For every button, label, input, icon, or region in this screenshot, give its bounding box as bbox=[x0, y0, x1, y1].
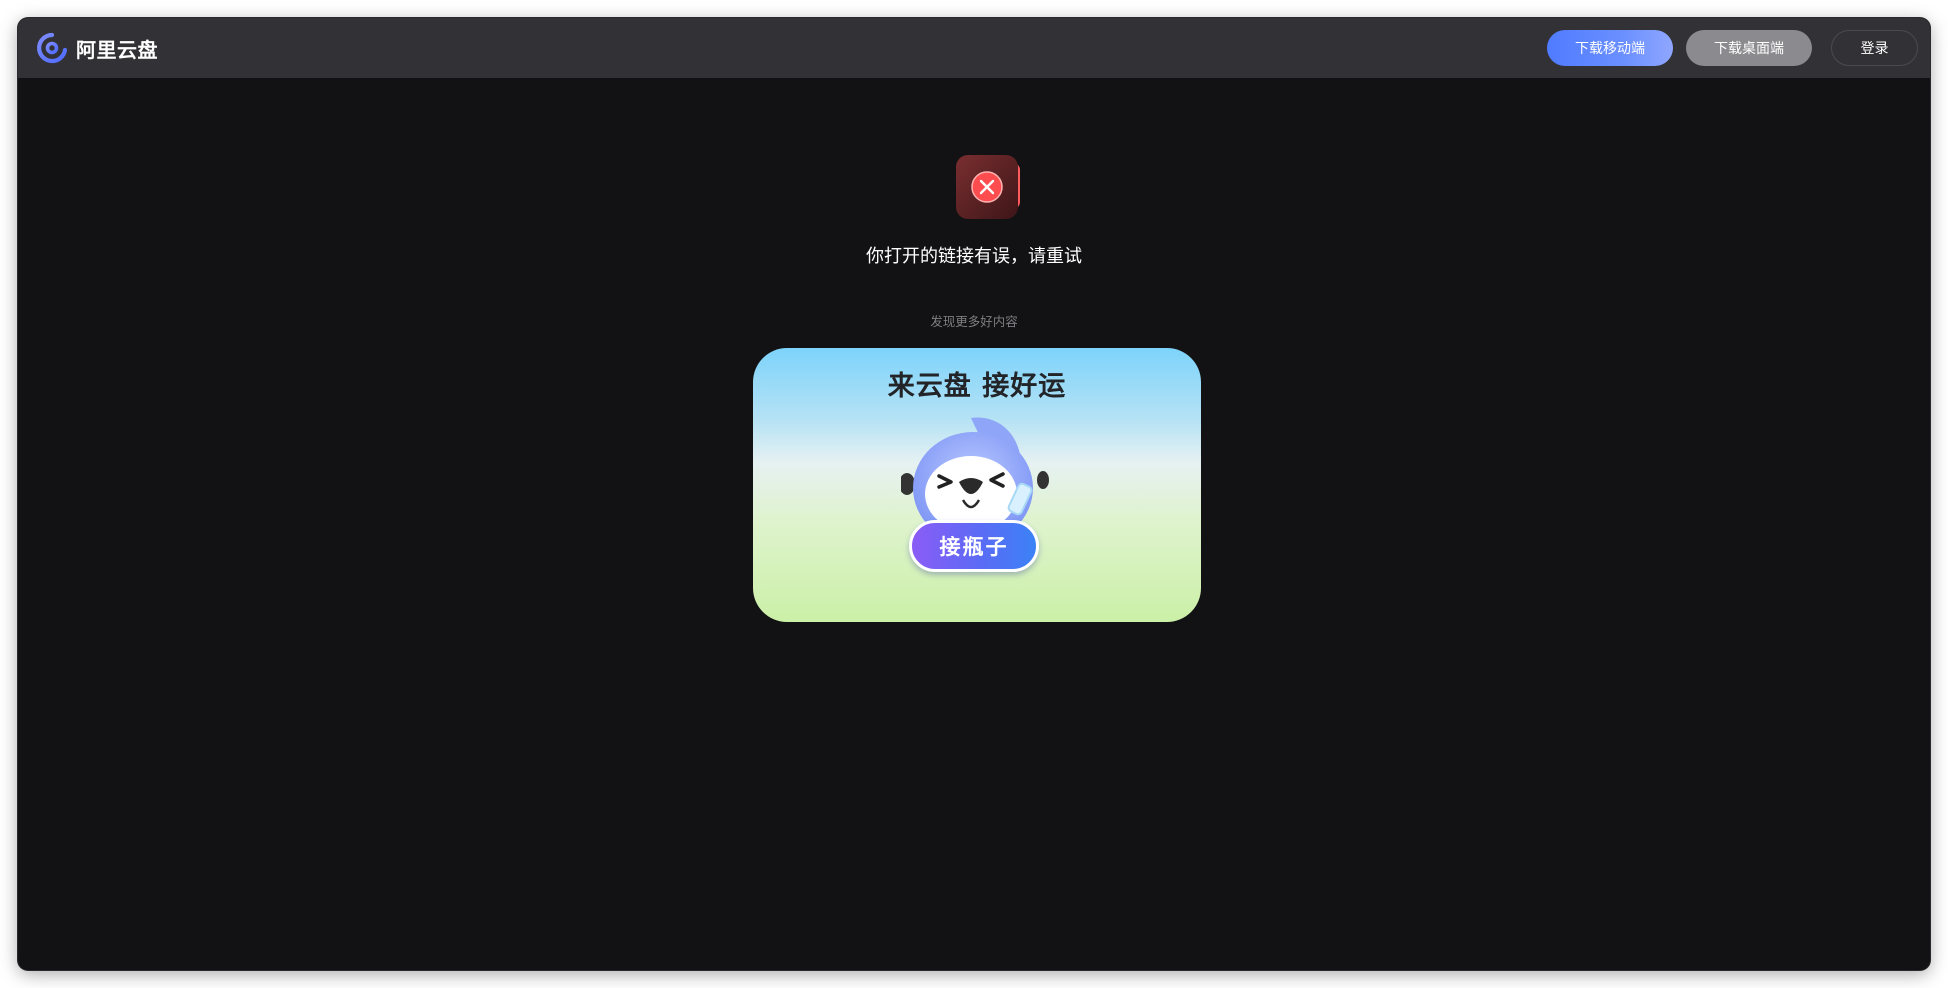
download-mobile-button[interactable]: 下载移动端 bbox=[1547, 30, 1673, 66]
catch-bottle-button[interactable]: 接瓶子 bbox=[909, 520, 1039, 572]
error-message: 你打开的链接有误，请重试 bbox=[866, 246, 1082, 267]
error-x-icon bbox=[956, 155, 1020, 219]
browser-window: 阿里云盘 下载移动端 下载桌面端 登录 你打开的链接有误，请重试 发现更多好内容… bbox=[18, 18, 1930, 970]
app-logo[interactable]: 阿里云盘 bbox=[36, 32, 158, 64]
app-logo-text: 阿里云盘 bbox=[76, 37, 158, 62]
aliyun-drive-logo-icon bbox=[37, 32, 68, 64]
error-illustration bbox=[938, 153, 1028, 223]
download-desktop-button[interactable]: 下载桌面端 bbox=[1686, 30, 1812, 66]
login-button[interactable]: 登录 bbox=[1831, 30, 1918, 66]
promo-title: 来云盘 接好运 bbox=[887, 371, 1067, 402]
promo-banner[interactable]: 来云盘 接好运 接瓶子 bbox=[753, 348, 1201, 622]
discover-more-label: 发现更多好内容 bbox=[930, 314, 1018, 329]
top-header: 阿里云盘 下载移动端 下载桌面端 登录 bbox=[18, 18, 1930, 78]
